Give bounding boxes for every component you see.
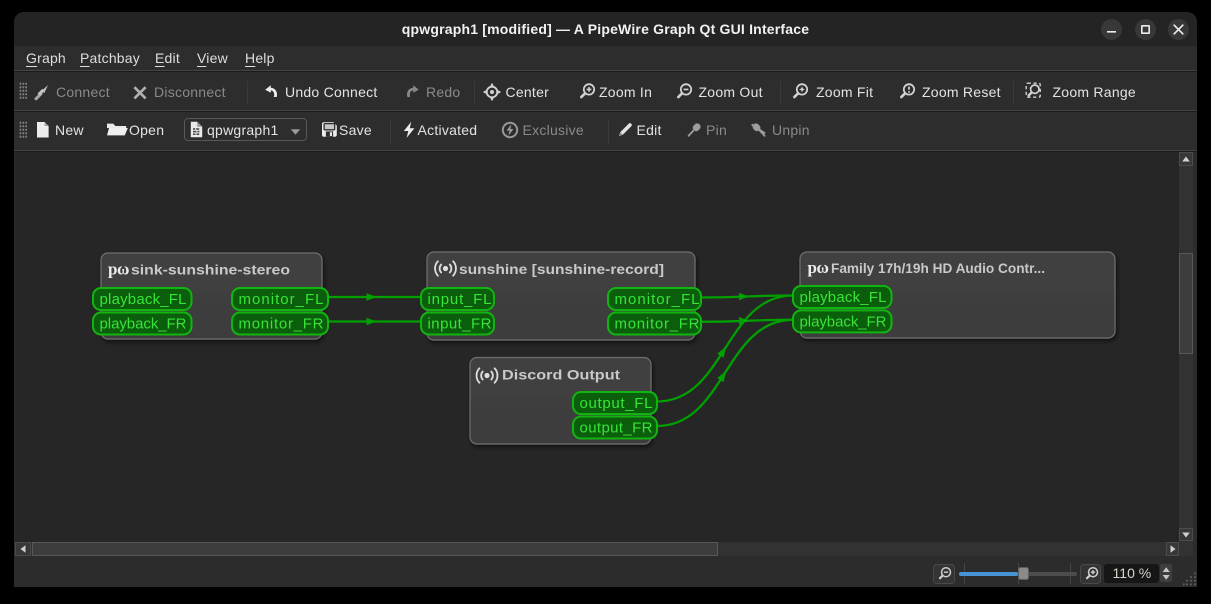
svg-text:playback_FL: playback_FL: [100, 291, 187, 308]
svg-text:pω: pω: [808, 258, 829, 277]
svg-text:output_FR: output_FR: [580, 420, 653, 437]
svg-text:monitor_FL: monitor_FL: [239, 291, 324, 308]
svg-text:output_FL: output_FL: [580, 395, 653, 412]
svg-text:pω: pω: [108, 260, 129, 279]
svg-text:playback_FR: playback_FR: [800, 313, 887, 330]
svg-text:monitor_FR: monitor_FR: [239, 316, 324, 333]
svg-text:input_FR: input_FR: [428, 316, 492, 333]
svg-text:playback_FR: playback_FR: [100, 316, 187, 333]
svg-text:monitor_FR: monitor_FR: [615, 316, 700, 333]
svg-text:input_FL: input_FL: [428, 291, 492, 308]
svg-text:sink-sunshine-stereo: sink-sunshine-stereo: [131, 262, 290, 278]
svg-text:playback_FL: playback_FL: [800, 289, 887, 306]
svg-text:monitor_FL: monitor_FL: [615, 291, 700, 308]
svg-text:Discord Output: Discord Output: [502, 367, 620, 383]
svg-text:sunshine [sunshine-record]: sunshine [sunshine-record]: [459, 261, 664, 277]
svg-text:Family 17h/19h HD Audio Contr.: Family 17h/19h HD Audio Contr...: [831, 260, 1045, 276]
